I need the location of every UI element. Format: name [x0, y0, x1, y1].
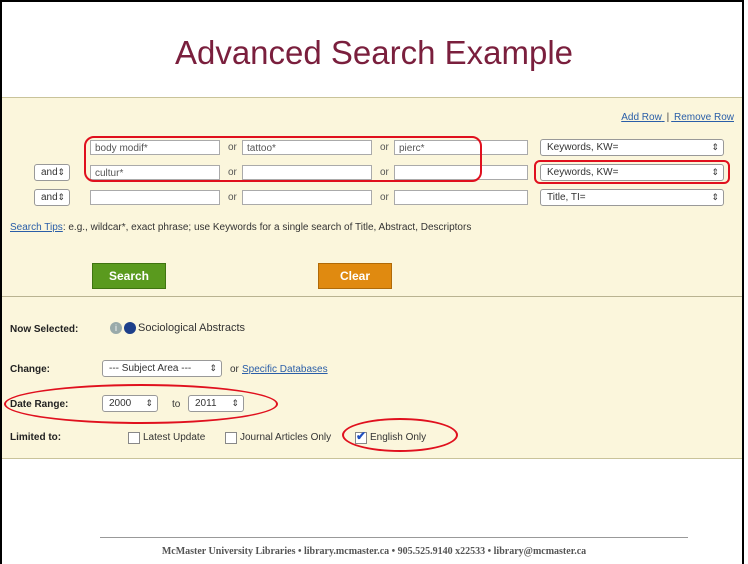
clear-button[interactable]: Clear	[318, 263, 392, 289]
subject-area-select[interactable]: --- Subject Area --- ⇕	[102, 360, 222, 377]
select-arrows-icon: ⇕	[57, 167, 65, 177]
limited-to-label: Limited to:	[10, 432, 62, 443]
row3-field-value: Title, TI=	[547, 192, 586, 203]
remove-row-link[interactable]: Remove Row	[674, 112, 734, 123]
specific-databases-link[interactable]: Specific Databases	[242, 364, 328, 375]
row3-connector-select[interactable]: and ⇕	[34, 189, 70, 206]
latest-update-label: Latest Update	[143, 432, 206, 443]
change-label: Change:	[10, 364, 50, 375]
keywords-highlight	[534, 160, 730, 184]
row-links-separator: |	[666, 112, 670, 123]
select-arrows-icon: ⇕	[209, 363, 217, 373]
section-divider	[2, 296, 742, 297]
row3-op2: or	[380, 192, 389, 203]
row2-connector-select[interactable]: and ⇕	[34, 164, 70, 181]
row2-connector-value: and	[41, 167, 58, 178]
row1-field-value: Keywords, KW=	[547, 142, 619, 153]
row3-field-select[interactable]: Title, TI= ⇕	[540, 189, 724, 206]
select-arrows-icon: ⇕	[57, 192, 65, 202]
row3-op1: or	[228, 192, 237, 203]
now-selected-label: Now Selected:	[10, 324, 79, 335]
search-tips: Search Tips: e.g., wildcar*, exact phras…	[10, 222, 471, 233]
row3-term1-input[interactable]	[90, 190, 220, 205]
select-arrows-icon: ⇕	[711, 142, 719, 152]
row3-term2-input[interactable]	[242, 190, 372, 205]
slide-title: Advanced Search Example	[174, 34, 574, 71]
add-row-link[interactable]: Add Row	[621, 112, 662, 123]
footer-divider	[100, 537, 688, 538]
english-only-highlight	[342, 418, 458, 452]
search-tips-link[interactable]: Search Tips	[10, 222, 63, 233]
journal-articles-checkbox[interactable]	[225, 432, 237, 444]
info-icon[interactable]: i	[110, 322, 122, 334]
search-screenshot: Add Row | Remove Row body modif* or tatt…	[2, 97, 742, 459]
date-range-highlight	[4, 384, 278, 424]
footer: McMaster University Libraries • library.…	[161, 546, 587, 557]
select-arrows-icon: ⇕	[711, 192, 719, 202]
now-selected-value: Sociological Abstracts	[138, 322, 245, 334]
search-button[interactable]: Search	[92, 263, 166, 289]
latest-update-checkbox[interactable]	[128, 432, 140, 444]
journal-articles-label: Journal Articles Only	[240, 432, 332, 443]
terms-highlight	[84, 136, 482, 182]
database-icon	[124, 322, 136, 334]
search-tips-text: : e.g., wildcar*, exact phrase; use Keyw…	[62, 222, 472, 233]
change-or: or	[230, 364, 239, 375]
row1-field-select[interactable]: Keywords, KW= ⇕	[540, 139, 724, 156]
subject-area-value: --- Subject Area ---	[109, 363, 192, 374]
row3-term3-input[interactable]	[394, 190, 528, 205]
row3-connector-value: and	[41, 192, 58, 203]
row-links: Add Row | Remove Row	[621, 112, 734, 123]
